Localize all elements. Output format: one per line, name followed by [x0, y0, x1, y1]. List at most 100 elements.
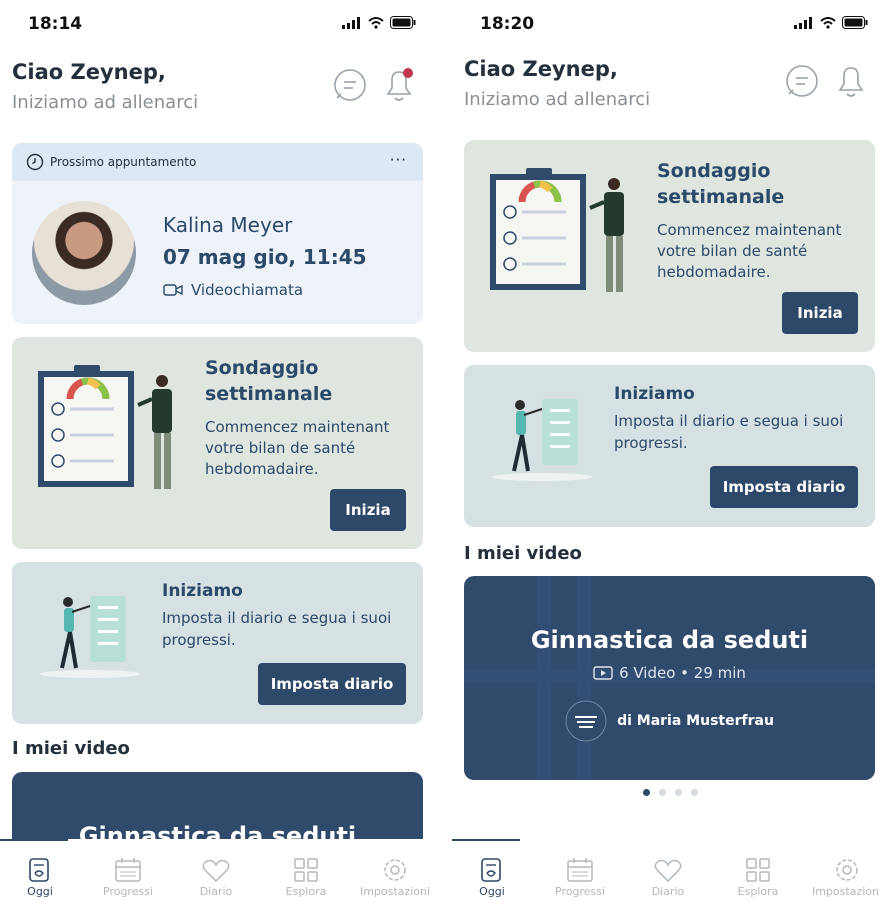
greeting: Ciao Zeynep, — [464, 57, 618, 81]
signal-icon — [794, 16, 812, 29]
carousel-dots[interactable] — [452, 789, 880, 796]
signal-icon — [342, 16, 360, 29]
tab-diario[interactable]: Diario — [176, 857, 256, 898]
survey-title-2: settimanale — [205, 383, 333, 405]
survey-title-2: settimanale — [657, 186, 785, 208]
tab-oggi[interactable]: Oggi — [0, 857, 80, 898]
tab-impostazioni[interactable]: Impostazioni — [355, 857, 435, 898]
appointment-header: Prossimo appuntamento ··· — [12, 143, 423, 181]
tab-label: Progressi — [103, 885, 153, 898]
tab-esplora[interactable]: Esplora — [266, 857, 346, 898]
start-survey-button[interactable]: Inizia — [782, 292, 858, 334]
gear-icon — [836, 859, 858, 881]
diary-title: Iniziamo — [162, 581, 243, 601]
status-time: 18:14 — [28, 14, 83, 34]
tab-progressi[interactable]: Progressi — [540, 857, 620, 898]
survey-text-3: hebdomadaire. — [205, 460, 319, 478]
survey-illustration — [490, 168, 624, 292]
status-time: 18:20 — [480, 14, 535, 34]
today-icon — [481, 858, 501, 882]
greeting: Ciao Zeynep, — [12, 60, 166, 84]
wifi-icon — [820, 16, 836, 29]
diary-text-2: progressi. — [614, 434, 688, 452]
tab-bar: Oggi Progressi Diario Esplora Impostazio… — [452, 839, 880, 901]
carousel-dot[interactable] — [674, 789, 682, 796]
survey-card[interactable]: Sondaggio settimanale Commencez maintena… — [464, 140, 875, 352]
tab-label: Impostazioni — [811, 885, 880, 898]
carousel-dot[interactable] — [690, 789, 698, 796]
chat-icon[interactable] — [785, 64, 819, 98]
video-camera-icon — [163, 284, 183, 296]
battery-icon — [390, 16, 416, 29]
survey-illustration — [38, 365, 172, 489]
active-tab-indicator — [452, 839, 520, 841]
survey-title-1: Sondaggio — [657, 160, 771, 182]
setup-diary-button[interactable]: Imposta diario — [710, 466, 858, 508]
survey-text-1: Commencez maintenant — [657, 221, 842, 239]
start-survey-button[interactable]: Inizia — [330, 489, 406, 531]
wifi-icon — [368, 16, 384, 29]
today-icon — [29, 858, 49, 882]
appointment-datetime: 07 mag gio, 11:45 — [163, 245, 367, 269]
video-meta: 6 Video • 29 min — [464, 664, 875, 682]
videos-section-title: I miei video — [464, 543, 582, 564]
survey-card[interactable]: Sondaggio settimanale Commencez maintena… — [12, 337, 423, 549]
tab-diario[interactable]: Diario — [628, 857, 708, 898]
diary-text-1: Imposta il diario e segua i suoi — [162, 609, 392, 627]
video-title: Ginnastica da seduti — [530, 626, 809, 654]
grid-icon — [746, 858, 770, 882]
screen-2: 18:20 Ciao Zeynep, Iniziamo ad allenarci… — [452, 0, 880, 901]
gear-icon — [384, 859, 406, 881]
diary-card[interactable]: Iniziamo Imposta il diario e segua i suo… — [464, 365, 875, 527]
tab-impostazioni[interactable]: Impostazioni — [807, 857, 880, 898]
video-meta-text: 6 Video • 29 min — [619, 664, 746, 682]
tab-label: Oggi — [479, 885, 505, 898]
video-author: di Maria Musterfrau — [464, 700, 875, 742]
survey-text-3: hebdomadaire. — [657, 263, 771, 281]
setup-diary-button[interactable]: Imposta diario — [258, 663, 406, 705]
tab-progressi[interactable]: Progressi — [88, 857, 168, 898]
heart-icon — [202, 859, 230, 883]
diary-text-2: progressi. — [162, 631, 236, 649]
tab-label: Esplora — [285, 885, 327, 898]
heart-icon — [654, 859, 682, 883]
survey-title-1: Sondaggio — [205, 357, 319, 379]
play-icon — [593, 666, 613, 680]
status-icons — [342, 16, 416, 29]
clock-icon — [26, 153, 44, 171]
carousel-dot-active[interactable] — [642, 789, 650, 796]
carousel-dot[interactable] — [658, 789, 666, 796]
diary-illustration — [40, 596, 140, 678]
diary-card[interactable]: Iniziamo Imposta il diario e segua i suo… — [12, 562, 423, 724]
tab-label: Oggi — [27, 885, 53, 898]
call-type: Videochiamata — [163, 281, 303, 299]
status-bar: 18:20 — [480, 14, 868, 38]
survey-text-2: votre bilan de santé — [205, 439, 356, 457]
chat-icon[interactable] — [333, 68, 367, 102]
diary-text-1: Imposta il diario e segua i suoi — [614, 412, 844, 430]
battery-icon — [842, 16, 868, 29]
calendar-icon — [115, 858, 141, 882]
active-tab-indicator — [0, 839, 68, 841]
tab-esplora[interactable]: Esplora — [718, 857, 798, 898]
appointment-label: Prossimo appuntamento — [50, 155, 197, 169]
tab-label: Impostazioni — [359, 885, 431, 898]
author-logo-icon — [565, 700, 607, 742]
tab-label: Esplora — [737, 885, 779, 898]
tab-oggi[interactable]: Oggi — [452, 857, 532, 898]
video-author-text: di Maria Musterfrau — [617, 713, 774, 729]
survey-text-1: Commencez maintenant — [205, 418, 390, 436]
diary-title: Iniziamo — [614, 384, 695, 404]
more-options-icon[interactable]: ··· — [390, 151, 407, 169]
appointment-card[interactable]: Prossimo appuntamento ··· Kalina Meyer 0… — [12, 143, 423, 324]
bell-icon[interactable] — [832, 62, 870, 100]
tab-label: Diario — [199, 885, 233, 898]
status-icons — [794, 16, 868, 29]
videos-section-title: I miei video — [12, 738, 130, 759]
calendar-icon — [567, 858, 593, 882]
coach-name: Kalina Meyer — [163, 213, 293, 237]
avatar — [32, 201, 136, 305]
bell-icon[interactable] — [380, 66, 418, 104]
video-card[interactable]: Ginnastica da seduti 6 Video • 29 min di… — [464, 576, 875, 780]
diary-illustration — [492, 399, 592, 481]
